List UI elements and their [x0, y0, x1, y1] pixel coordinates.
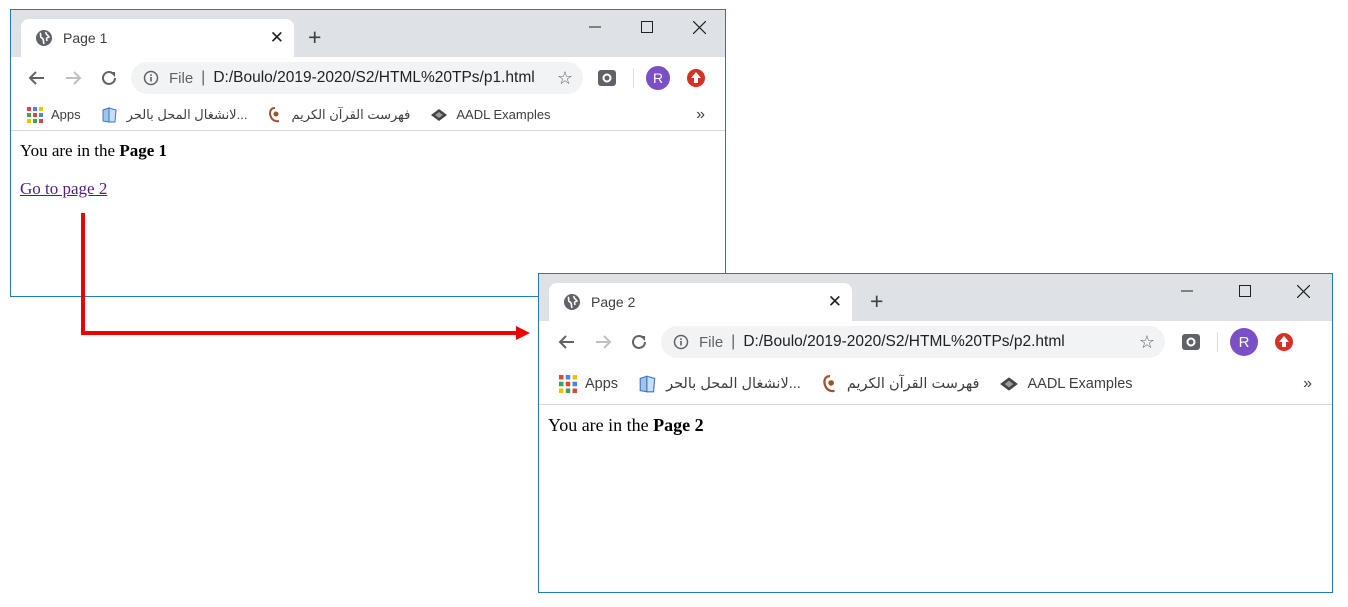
forward-icon[interactable]: [55, 60, 91, 96]
bookmark-apps[interactable]: Apps: [559, 374, 619, 393]
bookmarks-bar: Apps لانشغال المحل بالحر... فهرست القرآن…: [11, 99, 725, 131]
browser-window-page-1: Page 1 ✕ + File | D:/Boulo/2019-2020/S2/…: [10, 9, 726, 297]
page-content: You are in the Page 1 Go to page 2: [11, 131, 725, 227]
reload-icon[interactable]: [91, 60, 127, 96]
quran-icon: [269, 106, 280, 122]
screenshot-extension-icon[interactable]: [1181, 332, 1201, 352]
window-controls: [1158, 274, 1332, 308]
bookmark-label: لانشغال المحل بالحر...: [126, 106, 248, 122]
bookmarks-overflow-icon[interactable]: »: [1303, 375, 1312, 393]
bookmark-item-3[interactable]: AADL Examples: [999, 375, 1133, 392]
toolbar: File | D:/Boulo/2019-2020/S2/HTML%20TPs/…: [11, 57, 725, 99]
tab-page-1[interactable]: Page 1 ✕: [21, 19, 294, 57]
back-icon[interactable]: [19, 60, 55, 96]
tab-strip: Page 1 ✕ +: [11, 10, 725, 57]
browser-window-page-2: Page 2 ✕ + File | D:/Boulo/2019-2020/S2/…: [538, 273, 1333, 593]
window-controls: [569, 10, 725, 44]
toolbar-divider: [1217, 332, 1218, 352]
minimize-icon[interactable]: [569, 10, 621, 44]
page-name-bold: Page 1: [119, 141, 168, 160]
tab-title: Page 1: [63, 30, 108, 46]
tab-page-2[interactable]: Page 2 ✕: [549, 283, 852, 321]
info-icon[interactable]: [143, 70, 159, 86]
bookmarks-overflow-icon[interactable]: »: [696, 106, 705, 124]
quran-icon: [823, 374, 835, 392]
book-icon: [102, 106, 117, 123]
url-text[interactable]: D:/Boulo/2019-2020/S2/HTML%20TPs/p2.html: [743, 333, 1139, 351]
aadl-icon: [431, 108, 448, 121]
update-icon[interactable]: [686, 68, 706, 88]
bookmark-label: Apps: [51, 107, 81, 122]
profile-avatar[interactable]: R: [1230, 328, 1258, 356]
bookmark-item-1[interactable]: لانشغال المحل بالحر...: [638, 374, 801, 394]
page-text: You are in the Page 2: [548, 415, 704, 435]
window-close-icon[interactable]: [1274, 274, 1332, 308]
toolbar: File | D:/Boulo/2019-2020/S2/HTML%20TPs/…: [539, 321, 1332, 363]
separator: |: [201, 69, 206, 86]
toolbar-right: R: [597, 66, 706, 90]
page-content: You are in the Page 2: [539, 405, 1332, 464]
separator: |: [731, 333, 736, 350]
bookmarks-bar: Apps لانشغال المحل بالحر... فهرست القرآن…: [539, 363, 1332, 405]
maximize-icon[interactable]: [621, 10, 673, 44]
apps-grid-icon: [559, 374, 577, 393]
toolbar-right: R: [1181, 328, 1294, 356]
bookmark-item-1[interactable]: لانشغال المحل بالحر...: [101, 106, 248, 124]
tab-strip: Page 2 ✕ +: [539, 274, 1332, 321]
close-icon[interactable]: ✕: [828, 292, 842, 312]
bookmark-label: فهرست القرآن الكريم: [846, 375, 980, 392]
apps-grid-icon: [27, 106, 43, 123]
new-tab-icon[interactable]: +: [308, 24, 321, 50]
bookmark-label: لانشغال المحل بالحر...: [666, 375, 801, 392]
close-icon[interactable]: ✕: [270, 28, 284, 48]
bookmark-item-2[interactable]: فهرست القرآن الكريم: [267, 107, 410, 123]
new-tab-icon[interactable]: +: [870, 288, 883, 314]
go-to-page-2-link[interactable]: Go to page 2: [20, 179, 107, 198]
address-bar[interactable]: File | D:/Boulo/2019-2020/S2/HTML%20TPs/…: [131, 62, 583, 94]
address-bar[interactable]: File | D:/Boulo/2019-2020/S2/HTML%20TPs/…: [661, 326, 1165, 358]
bookmark-item-3[interactable]: AADL Examples: [430, 107, 551, 122]
update-icon[interactable]: [1274, 332, 1294, 352]
bookmark-label: Apps: [585, 375, 619, 392]
bookmark-star-icon[interactable]: ☆: [557, 68, 573, 89]
bookmark-label: AADL Examples: [1027, 375, 1133, 392]
bookmark-label: فهرست القرآن الكريم: [291, 106, 411, 122]
globe-icon: [564, 294, 580, 310]
profile-avatar[interactable]: R: [646, 66, 670, 90]
reload-icon[interactable]: [621, 324, 657, 360]
back-icon[interactable]: [549, 324, 585, 360]
page-text: You are in the Page 1: [20, 141, 168, 160]
window-close-icon[interactable]: [673, 10, 725, 44]
info-icon[interactable]: [673, 334, 689, 350]
toolbar-divider: [633, 68, 634, 88]
bookmark-star-icon[interactable]: ☆: [1139, 332, 1155, 353]
url-text[interactable]: D:/Boulo/2019-2020/S2/HTML%20TPs/p1.html: [213, 69, 557, 87]
maximize-icon[interactable]: [1216, 274, 1274, 308]
bookmark-item-2[interactable]: فهرست القرآن الكريم: [821, 374, 980, 393]
aadl-icon: [1000, 376, 1019, 391]
file-label: File: [169, 69, 194, 87]
minimize-icon[interactable]: [1158, 274, 1216, 308]
globe-icon: [36, 30, 52, 46]
screenshot-extension-icon[interactable]: [597, 68, 617, 88]
bookmark-label: AADL Examples: [456, 107, 551, 122]
bookmark-apps[interactable]: Apps: [27, 106, 81, 123]
book-icon: [639, 374, 656, 392]
forward-icon[interactable]: [585, 324, 621, 360]
file-label: File: [699, 333, 724, 351]
tab-title: Page 2: [591, 294, 636, 310]
page-name-bold: Page 2: [653, 415, 704, 435]
